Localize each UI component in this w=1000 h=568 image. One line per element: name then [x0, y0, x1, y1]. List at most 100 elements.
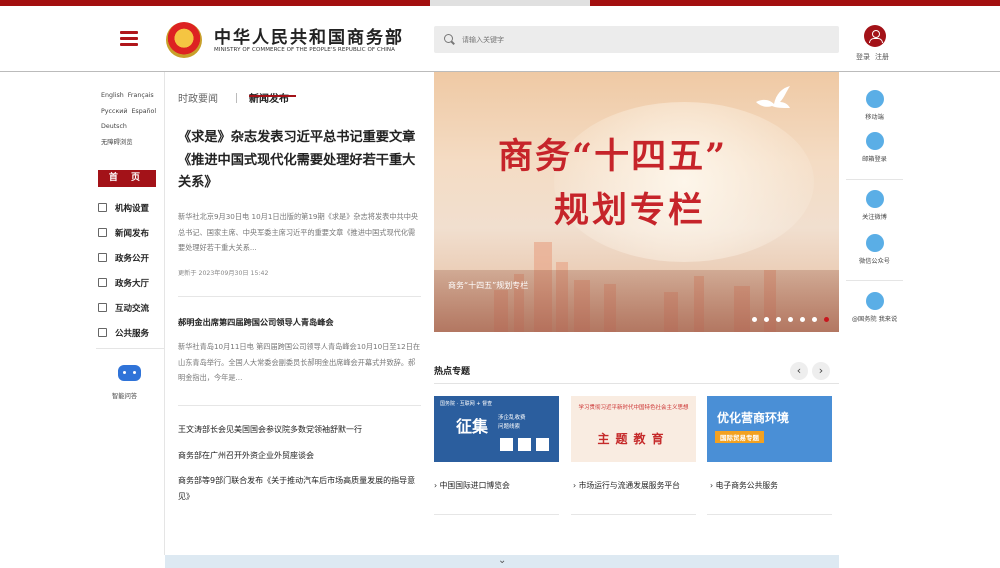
- mobile-link[interactable]: 移动端: [846, 90, 903, 121]
- assistant-label[interactable]: 智能问答: [112, 391, 137, 400]
- menu-icon[interactable]: [120, 31, 138, 47]
- banner-title-line1: 商务“十四五”: [498, 136, 728, 177]
- caption-link-ciie[interactable]: › 中国国际进口博览会: [434, 480, 510, 491]
- card-subtitle: 涉企乱收费 问题线索: [498, 415, 526, 430]
- logo-title[interactable]: 中华人民共和国商务部: [214, 23, 404, 48]
- chevron-down-icon[interactable]: ⌄: [498, 555, 506, 566]
- next-arrow-icon[interactable]: ›: [812, 362, 830, 380]
- lang-spanish[interactable]: Español: [131, 108, 156, 115]
- bottom-expand-bar[interactable]: ⌄: [165, 555, 839, 568]
- carousel-dot-active[interactable]: [824, 317, 829, 322]
- search-icon[interactable]: [444, 34, 453, 43]
- sidebar-item-label: 新闻发布: [115, 228, 150, 239]
- sidebar-item-label: 政务公开: [115, 253, 150, 264]
- secondary-headline-link[interactable]: 郝明金出席第四届跨国公司领导人青岛峰会: [178, 316, 421, 328]
- weibo-icon: [865, 190, 884, 208]
- card-title: 征集: [456, 417, 489, 436]
- robot-icon[interactable]: [118, 365, 141, 381]
- carousel-dot[interactable]: [812, 317, 817, 322]
- qr-code-icon: [518, 438, 531, 451]
- active-tab-underline: [249, 95, 296, 97]
- mail-icon: [865, 132, 884, 150]
- card-subtitle: 学习贯彻习近平新时代中国特色社会主义思想: [578, 405, 689, 411]
- user-icon[interactable]: [864, 25, 886, 47]
- sidebar-item-open-government[interactable]: 政务公开: [98, 245, 162, 270]
- topic-card-fee-clues[interactable]: 国务院 · 互联网 + 督查 征集 涉企乱收费 问题线索: [434, 396, 559, 462]
- headline-summary: 新华社北京9月30日电 10月1日出版的第19期《求是》杂志将发表中共中央总书记…: [178, 212, 419, 252]
- sidebar-item-organization[interactable]: 机构设置: [98, 195, 162, 220]
- weibo-link[interactable]: 关注微博: [846, 190, 903, 221]
- login-link[interactable]: 登录: [856, 53, 870, 61]
- topic-card-business-environment[interactable]: 优化营商环境 国际贸易专题: [707, 396, 832, 462]
- carousel-dot[interactable]: [788, 317, 793, 322]
- tab-divider: [236, 93, 237, 103]
- logo-subtitle: MINISTRY OF COMMERCE OF THE PEOPLE'S REP…: [214, 47, 396, 53]
- state-council-link[interactable]: @国务院 我来说: [846, 292, 903, 323]
- sidebar-item-public-service[interactable]: 公共服务: [98, 320, 162, 345]
- sidebar-item-label: 公共服务: [115, 328, 150, 339]
- carousel-dot[interactable]: [776, 317, 781, 322]
- banner-title-line2: 规划专栏: [554, 190, 707, 231]
- headline-link[interactable]: 《求是》杂志发表习近平总书记重要文章《推进中国式现代化需要处理好若干重大关系》: [178, 127, 421, 195]
- wechat-icon: [865, 234, 884, 252]
- wechat-label: 微信公众号: [859, 258, 890, 265]
- carousel-dot[interactable]: [800, 317, 805, 322]
- sidebar-item-news[interactable]: 新闻发布: [98, 220, 162, 245]
- mobile-icon: [865, 90, 884, 108]
- grid-icon: [98, 203, 107, 212]
- header: 中华人民共和国商务部 MINISTRY OF COMMERCE OF THE P…: [0, 6, 1000, 72]
- caption-divider: [707, 514, 832, 515]
- sidebar-divider: [96, 348, 165, 349]
- right-sidebar: 移动端 邮箱登录 关注微博 微信公众号 @国务院 我来说: [846, 72, 903, 568]
- chat-icon: [98, 303, 107, 312]
- service-icon: [98, 328, 107, 337]
- user-links: 登录 注册: [856, 52, 894, 62]
- national-emblem-icon: [166, 22, 202, 58]
- document-icon: [98, 253, 107, 262]
- update-time: 更新于 2023年09月30日 15:42: [178, 270, 269, 277]
- list-item[interactable]: 商务部在广州召开外资企业外贸座谈会: [178, 448, 421, 464]
- caption-divider: [571, 514, 696, 515]
- wechat-link[interactable]: 微信公众号: [846, 234, 903, 265]
- lang-german[interactable]: Deutsch: [101, 123, 127, 130]
- accessibility-link[interactable]: 无障碍浏览: [101, 139, 132, 146]
- caption-link-ecommerce[interactable]: › 电子商务公共服务: [710, 480, 778, 491]
- news-list: 王文涛部长会见美国国会参议院多数党领袖舒默一行 商务部在广州召开外资企业外贸座谈…: [178, 422, 421, 514]
- topic-card-theme-education[interactable]: 学习贯彻习近平新时代中国特色社会主义思想 主题教育: [571, 396, 696, 462]
- prev-arrow-icon[interactable]: ‹: [790, 362, 808, 380]
- list-item[interactable]: 王文涛部长会见美国国会参议院多数党领袖舒默一行: [178, 422, 421, 438]
- mail-login-link[interactable]: 邮箱登录: [846, 132, 903, 163]
- banner-carousel[interactable]: 商务“十四五” 规划专栏 商务“十四五”规划专栏: [434, 72, 839, 332]
- lang-russian[interactable]: Русский: [101, 108, 127, 115]
- divider: [178, 296, 421, 297]
- sidebar-nav: 机构设置 新闻发布 政务公开 政务大厅 互动交流 公共服务: [98, 195, 162, 345]
- monitor-icon: [98, 278, 107, 287]
- mail-label: 邮箱登录: [862, 156, 887, 163]
- carousel-dots: [752, 317, 836, 322]
- lang-french[interactable]: Français: [128, 92, 154, 99]
- card-title: 优化营商环境: [717, 411, 790, 425]
- search-input[interactable]: [462, 26, 832, 53]
- sidebar-item-interaction[interactable]: 互动交流: [98, 295, 162, 320]
- qr-code-icon: [500, 438, 513, 451]
- tab-news-release[interactable]: 新闻发布: [249, 90, 289, 105]
- card-title: 主题教育: [597, 432, 670, 446]
- lang-english[interactable]: English: [101, 92, 124, 99]
- dove-icon: [756, 86, 790, 108]
- search-bar: [434, 26, 839, 53]
- card-tag: 国务院 · 互联网 + 督查: [440, 401, 493, 407]
- banner-caption[interactable]: 商务“十四五”规划专栏: [448, 280, 528, 291]
- sidebar-item-label: 互动交流: [115, 303, 150, 314]
- carousel-dot[interactable]: [752, 317, 757, 322]
- news-tabs: 时政要闻 新闻发布: [178, 90, 421, 108]
- right-divider: [846, 179, 903, 180]
- sidebar-item-service-hall[interactable]: 政务大厅: [98, 270, 162, 295]
- caption-link-market-platform[interactable]: › 市场运行与流通发展服务平台: [573, 480, 680, 491]
- register-link[interactable]: 注册: [875, 53, 889, 61]
- list-item[interactable]: 商务部等9部门联合发布《关于推动汽车后市场高质量发展的指导意见》: [178, 473, 421, 504]
- secondary-summary: 新华社青岛10月11日电 第四届跨国公司领导人青岛峰会10月10日至12日在山东…: [178, 342, 421, 382]
- home-button[interactable]: 首 页: [98, 170, 156, 187]
- carousel-dot[interactable]: [764, 317, 769, 322]
- newspaper-icon: [98, 228, 107, 237]
- tab-politics[interactable]: 时政要闻: [178, 90, 218, 105]
